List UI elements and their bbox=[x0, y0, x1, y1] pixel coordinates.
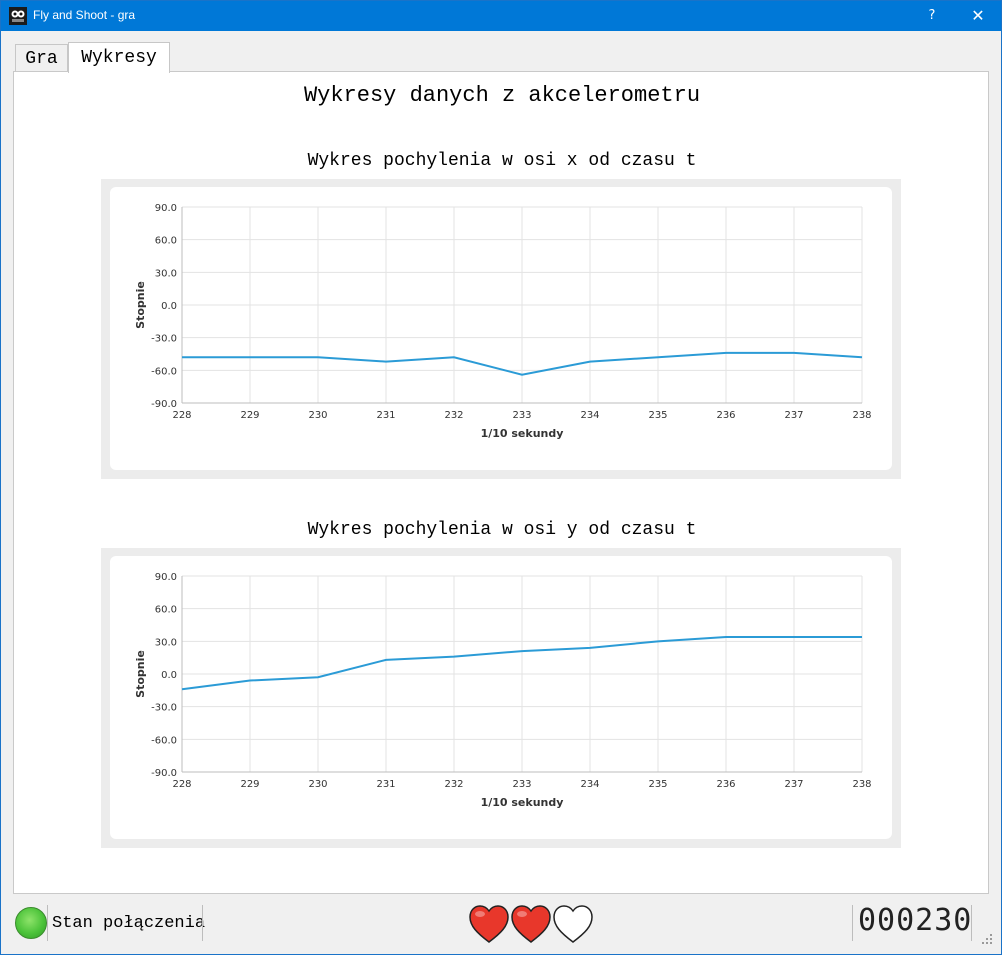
y-tick-label: -30.0 bbox=[151, 703, 177, 714]
x-tick-label: 231 bbox=[376, 410, 395, 421]
y-tick-label: 60.0 bbox=[155, 236, 177, 247]
heart-full-icon bbox=[469, 905, 509, 943]
y-tick-label: 90.0 bbox=[155, 572, 177, 583]
status-divider bbox=[852, 905, 853, 941]
x-tick-label: 234 bbox=[580, 410, 599, 421]
connection-status-led bbox=[15, 907, 47, 939]
x-tick-label: 230 bbox=[308, 410, 327, 421]
y-tick-label: -60.0 bbox=[151, 366, 177, 377]
heart-highlight bbox=[517, 911, 527, 917]
x-tick-label: 228 bbox=[172, 779, 191, 790]
x-tick-label: 230 bbox=[308, 779, 327, 790]
x-tick-label: 228 bbox=[172, 410, 191, 421]
x-tick-label: 229 bbox=[240, 410, 259, 421]
window-title: Fly and Shoot - gra bbox=[33, 8, 136, 22]
x-tick-label: 232 bbox=[444, 779, 463, 790]
x-tick-label: 231 bbox=[376, 779, 395, 790]
chart-y-card: 228 229 230 231 232 233 234 235 236 237 238 90.0 60.… bbox=[110, 556, 892, 839]
x-tick-label: 234 bbox=[580, 779, 599, 790]
x-tick-label: 238 bbox=[852, 410, 871, 421]
chart-y-title: Wykres pochylenia w osi y od czasu t bbox=[307, 520, 697, 540]
x-tick-label: 232 bbox=[444, 410, 463, 421]
resize-grip-icon[interactable] bbox=[981, 933, 993, 945]
chart-grid bbox=[181, 206, 863, 404]
y-tick-label: 60.0 bbox=[155, 605, 177, 616]
heart-full-icon bbox=[511, 905, 551, 943]
x-tick-label: 235 bbox=[648, 779, 667, 790]
chart-x-frame: 228 229 230 231 232 233 234 235 236 237 238 90.0 60.… bbox=[101, 179, 901, 479]
y-axis-label: Stopnie bbox=[134, 281, 147, 329]
app-icon bbox=[9, 7, 27, 25]
y-axis-label: Stopnie bbox=[134, 650, 147, 698]
y-tick-label: -90.0 bbox=[151, 768, 177, 779]
x-tick-label: 236 bbox=[716, 779, 735, 790]
status-divider bbox=[202, 905, 203, 941]
x-tick-label: 235 bbox=[648, 410, 667, 421]
y-tick-label: -60.0 bbox=[151, 735, 177, 746]
status-divider bbox=[971, 905, 972, 941]
x-axis-label: 1/10 sekundy bbox=[481, 796, 564, 809]
score-counter: 000230 bbox=[858, 903, 973, 938]
chart-x-card: 228 229 230 231 232 233 234 235 236 237 238 90.0 60.… bbox=[110, 187, 892, 470]
tab-wykresy[interactable]: Wykresy bbox=[68, 42, 170, 73]
connection-status-label: Stan połączenia bbox=[52, 914, 206, 933]
tab-gra[interactable]: Gra bbox=[15, 44, 68, 73]
x-tick-label: 238 bbox=[852, 779, 871, 790]
x-axis-label: 1/10 sekundy bbox=[481, 427, 564, 440]
x-tick-label: 237 bbox=[784, 410, 803, 421]
charts-panel: Wykresy danych z akcelerometru Wykres po… bbox=[13, 71, 989, 894]
heart-empty-shape bbox=[553, 905, 593, 943]
lives-indicator bbox=[469, 905, 593, 943]
y-tick-label: -90.0 bbox=[151, 399, 177, 410]
chart-x-svg: 228 229 230 231 232 233 234 235 236 237 238 90.0 60.… bbox=[134, 203, 872, 440]
y-tick-label: -30.0 bbox=[151, 334, 177, 345]
y-tick-label: 30.0 bbox=[155, 637, 177, 648]
app-window: Fly and Shoot - gra ? ✕ Gra Wykresy Wykr… bbox=[0, 0, 1002, 955]
x-tick-label: 236 bbox=[716, 410, 735, 421]
chart-y-frame: 228 229 230 231 232 233 234 235 236 237 238 90.0 60.… bbox=[101, 548, 901, 848]
close-button[interactable]: ✕ bbox=[955, 1, 1001, 31]
y-tick-label: 0.0 bbox=[161, 670, 177, 681]
heart-full-shape bbox=[511, 905, 551, 943]
y-tick-label: 30.0 bbox=[155, 268, 177, 279]
title-bar: Fly and Shoot - gra ? ✕ bbox=[1, 1, 1001, 31]
page-title: Wykresy danych z akcelerometru bbox=[303, 83, 701, 108]
y-tick-label: 90.0 bbox=[155, 203, 177, 214]
chart-grid bbox=[181, 575, 863, 773]
status-divider bbox=[47, 905, 48, 941]
x-tick-label: 233 bbox=[512, 779, 531, 790]
y-tick-label: 0.0 bbox=[161, 301, 177, 312]
heart-full-shape bbox=[469, 905, 509, 943]
chart-x-title: Wykres pochylenia w osi x od czasu t bbox=[307, 151, 697, 171]
x-tick-label: 233 bbox=[512, 410, 531, 421]
chart-y-svg: 228 229 230 231 232 233 234 235 236 237 238 90.0 60.… bbox=[134, 572, 872, 809]
heart-empty-icon bbox=[553, 905, 593, 943]
help-button[interactable]: ? bbox=[909, 1, 955, 31]
x-tick-label: 237 bbox=[784, 779, 803, 790]
x-tick-label: 229 bbox=[240, 779, 259, 790]
heart-highlight bbox=[475, 911, 485, 917]
